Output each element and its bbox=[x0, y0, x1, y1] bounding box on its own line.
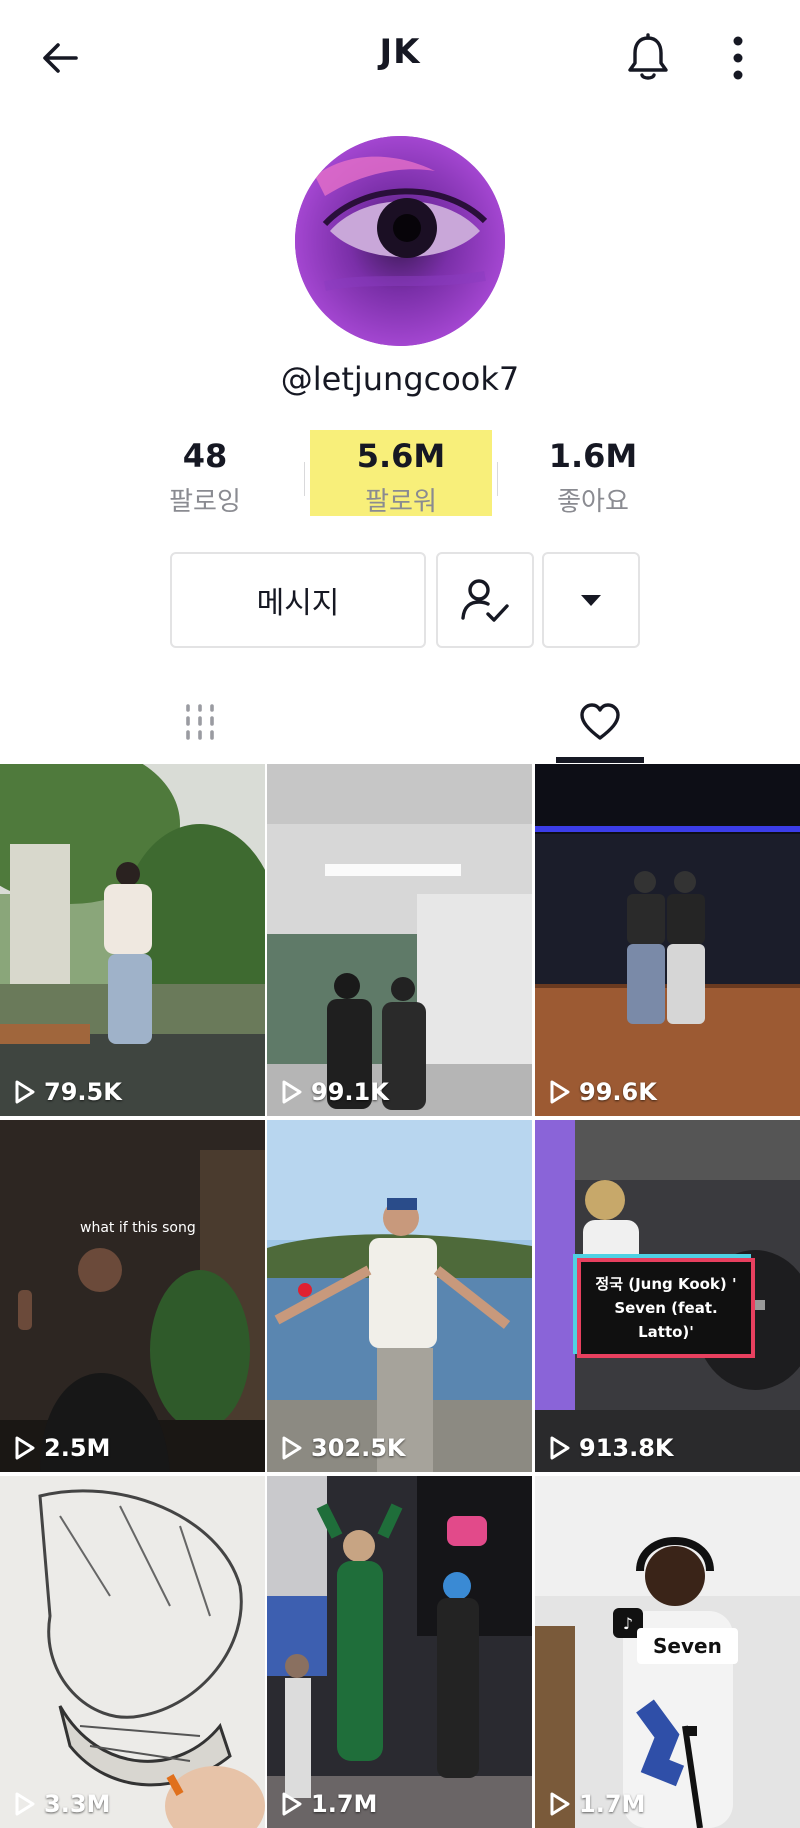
bell-icon bbox=[628, 33, 668, 80]
video-caption: Seven bbox=[637, 1628, 738, 1664]
video-thumbnail[interactable]: ♪ Seven 1.7M bbox=[535, 1476, 800, 1828]
stat-followers[interactable]: 5.6M 팔로워 bbox=[310, 430, 492, 517]
stat-following[interactable]: 48 팔로잉 bbox=[115, 430, 295, 518]
play-icon bbox=[15, 1436, 35, 1460]
video-thumbnail[interactable]: 3.3M bbox=[0, 1476, 265, 1828]
more-options-button[interactable] bbox=[704, 24, 772, 92]
stat-divider bbox=[304, 462, 305, 496]
following-label: 팔로잉 bbox=[169, 487, 241, 517]
message-button-label: 메시지 bbox=[256, 586, 340, 621]
view-count: 99.6K bbox=[549, 1078, 657, 1106]
active-tab-indicator bbox=[556, 757, 644, 763]
play-icon bbox=[282, 1792, 302, 1816]
view-count: 2.5M bbox=[14, 1434, 110, 1462]
video-thumbnail[interactable]: 79.5K bbox=[0, 764, 265, 1116]
video-caption: what if this song bbox=[80, 1220, 196, 1236]
profile-stats: 48 팔로잉 5.6M 팔로워 1.6M 좋아요 bbox=[0, 430, 800, 520]
view-count: 99.1K bbox=[281, 1078, 389, 1106]
view-count: 913.8K bbox=[549, 1434, 674, 1462]
followers-count: 5.6M bbox=[356, 437, 446, 475]
message-button[interactable]: 메시지 bbox=[170, 552, 426, 648]
play-icon bbox=[15, 1792, 35, 1816]
following-status-button[interactable] bbox=[436, 552, 534, 648]
view-count: 1.7M bbox=[549, 1790, 645, 1818]
likes-label: 좋아요 bbox=[557, 487, 629, 517]
play-icon bbox=[282, 1080, 302, 1104]
view-count: 1.7M bbox=[281, 1790, 377, 1818]
video-thumbnail[interactable]: 정국 (Jung Kook) ' Seven (feat. Latto)' 91… bbox=[535, 1120, 800, 1472]
tab-videos[interactable] bbox=[0, 680, 400, 764]
video-grid: 79.5K 99.1K 99.6K what if this song 2.5M… bbox=[0, 764, 800, 1828]
stat-likes[interactable]: 1.6M 좋아요 bbox=[503, 430, 683, 518]
heart-icon bbox=[580, 703, 620, 740]
profile-tabs bbox=[0, 680, 800, 764]
view-count: 3.3M bbox=[14, 1790, 110, 1818]
user-check-icon bbox=[461, 579, 509, 622]
followers-label: 팔로워 bbox=[365, 487, 437, 517]
play-icon bbox=[550, 1792, 570, 1816]
play-icon bbox=[550, 1436, 570, 1460]
video-caption: 정국 (Jung Kook) ' Seven (feat. Latto)' bbox=[577, 1258, 755, 1358]
view-count: 79.5K bbox=[14, 1078, 122, 1106]
play-icon bbox=[550, 1080, 570, 1104]
username: @letjungcook7 bbox=[280, 360, 520, 398]
notification-button[interactable] bbox=[614, 24, 682, 92]
tab-liked[interactable] bbox=[400, 680, 800, 764]
video-thumbnail[interactable]: 99.6K bbox=[535, 764, 800, 1116]
stat-divider bbox=[497, 462, 498, 496]
video-thumbnail[interactable]: 302.5K bbox=[267, 1120, 532, 1472]
avatar[interactable] bbox=[295, 136, 505, 346]
play-icon bbox=[15, 1080, 35, 1104]
likes-count: 1.6M bbox=[548, 437, 638, 475]
more-vertical-icon bbox=[733, 36, 743, 80]
caret-down-icon bbox=[581, 595, 601, 606]
following-count: 48 bbox=[182, 437, 228, 475]
top-bar: JK bbox=[0, 0, 800, 116]
view-count: 302.5K bbox=[281, 1434, 406, 1462]
play-icon bbox=[282, 1436, 302, 1460]
grid-icon bbox=[186, 704, 214, 740]
video-thumbnail[interactable]: what if this song 2.5M bbox=[0, 1120, 265, 1472]
video-thumbnail[interactable]: 99.1K bbox=[267, 764, 532, 1116]
suggested-accounts-button[interactable] bbox=[542, 552, 640, 648]
video-thumbnail[interactable]: 1.7M bbox=[267, 1476, 532, 1828]
